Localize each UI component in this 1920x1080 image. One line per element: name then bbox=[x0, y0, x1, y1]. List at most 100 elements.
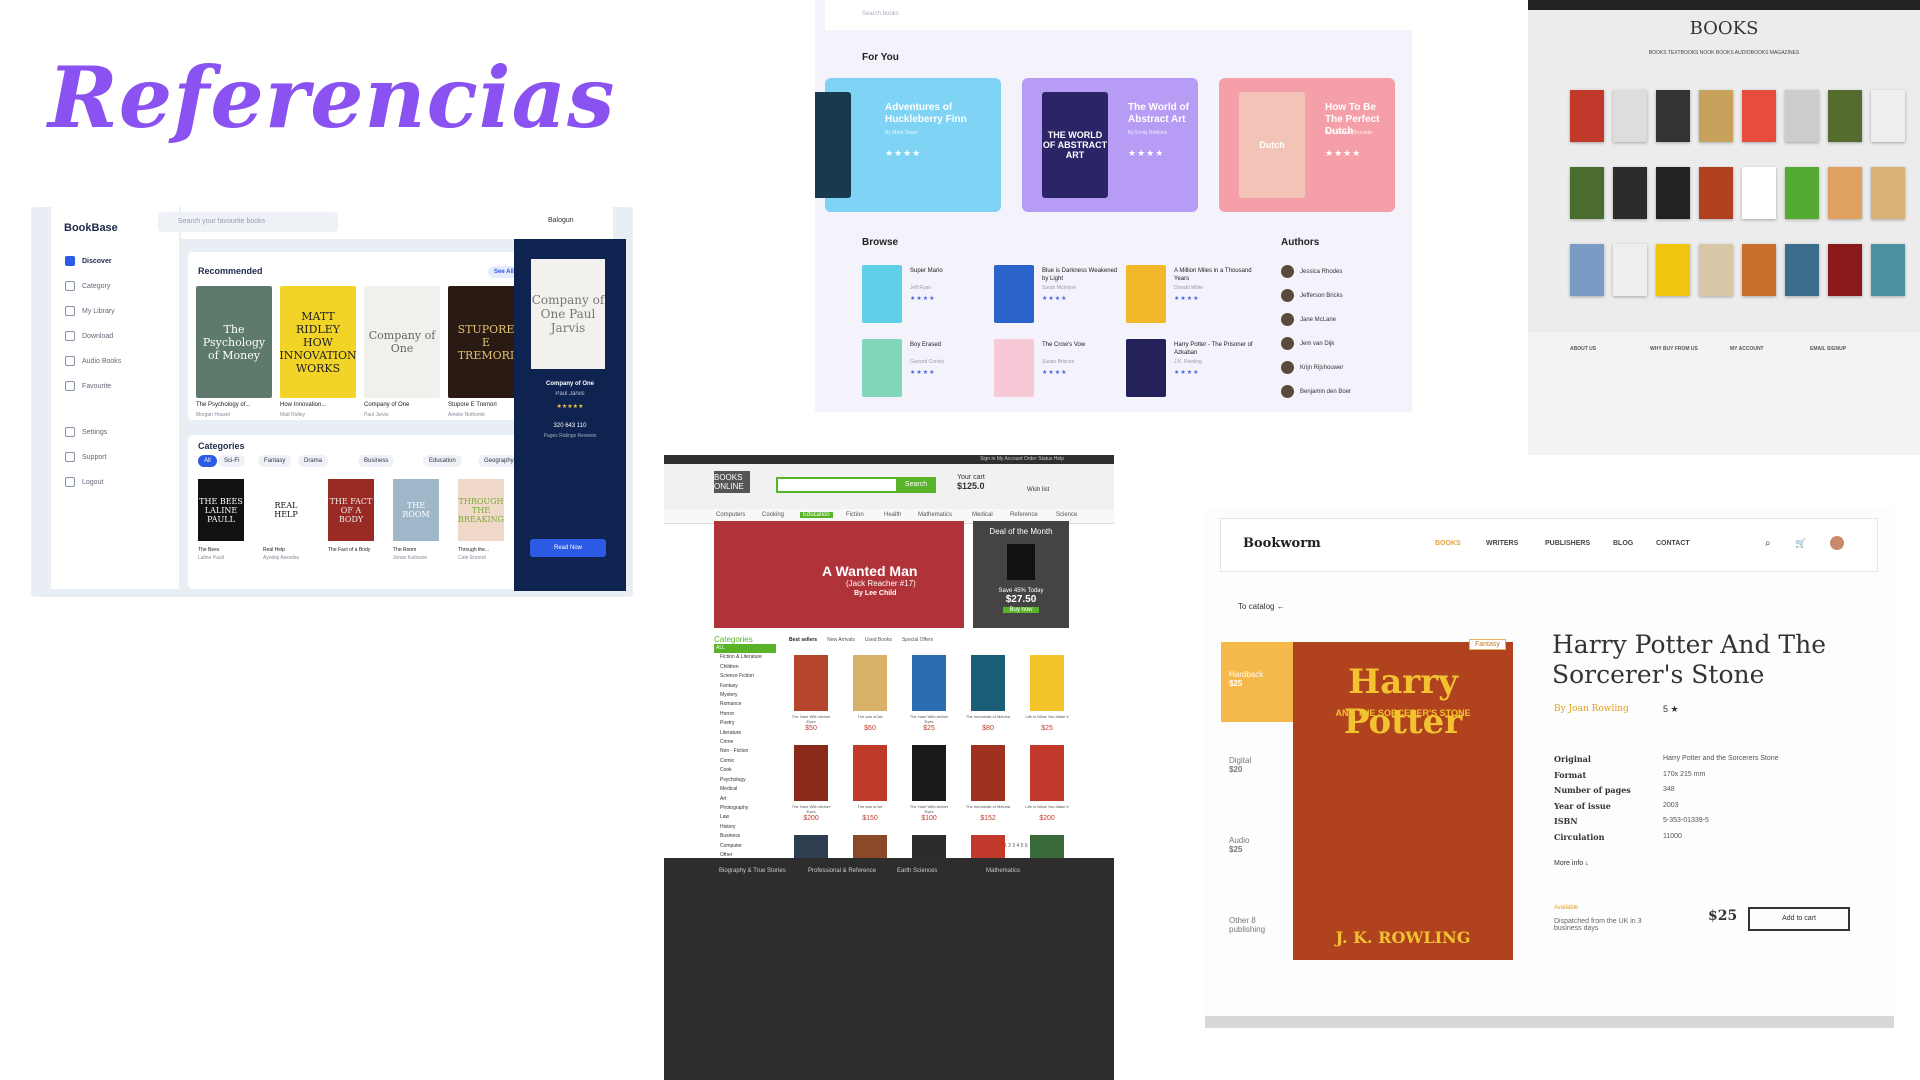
tab[interactable]: Best sellers bbox=[789, 637, 817, 643]
category-chip[interactable]: Business bbox=[358, 455, 395, 467]
avatar[interactable] bbox=[1830, 536, 1844, 550]
author-item[interactable]: Jem van Dijk bbox=[1281, 337, 1334, 350]
format-option[interactable]: Audio $25 bbox=[1221, 808, 1293, 868]
category-item[interactable]: Medical bbox=[714, 785, 776, 794]
format-option[interactable]: Digital $20 bbox=[1221, 728, 1293, 788]
sidebar-item-5[interactable]: Favourite bbox=[65, 381, 111, 391]
top-links[interactable]: Sign in My Account Order Status Help bbox=[664, 455, 1114, 464]
nav-item[interactable]: Education bbox=[800, 512, 833, 518]
book-cover[interactable] bbox=[1126, 339, 1166, 397]
nav-item[interactable]: Science bbox=[1056, 512, 1077, 518]
book-cover[interactable] bbox=[1699, 244, 1733, 296]
category-item[interactable]: ALL bbox=[714, 644, 776, 654]
book-cover[interactable] bbox=[853, 745, 887, 801]
book-cover[interactable] bbox=[1742, 244, 1776, 296]
nav-item[interactable]: PUBLISHERS bbox=[1545, 540, 1590, 547]
book-cover[interactable] bbox=[1656, 244, 1690, 296]
book-author[interactable]: By Joan Rowling bbox=[1554, 704, 1629, 714]
category-item[interactable]: History bbox=[714, 823, 776, 832]
featured-book-card[interactable]: THE WORLD OF ABSTRACT ART The World of Ab… bbox=[1022, 78, 1198, 212]
book-cover[interactable] bbox=[794, 655, 828, 711]
sidebar-item-1[interactable]: Category bbox=[65, 281, 110, 291]
category-item[interactable]: Art bbox=[714, 795, 776, 804]
book-cover[interactable] bbox=[1785, 90, 1819, 142]
tab[interactable]: Used Books bbox=[865, 637, 892, 643]
sidebar-item-4[interactable]: Audio Books bbox=[65, 356, 121, 366]
tab[interactable]: New Arrivals bbox=[827, 637, 855, 643]
book-cover[interactable] bbox=[1613, 90, 1647, 142]
book-cover[interactable] bbox=[994, 339, 1034, 397]
book-cover[interactable]: MATT RIDLEY HOW INNOVATION WORKS bbox=[279, 286, 357, 398]
featured-book-card[interactable]: Adventures of Huckleberry Finn By Mark Tw… bbox=[815, 78, 1001, 212]
pagination[interactable]: 1 2 3 4 5 6 bbox=[1004, 843, 1028, 849]
book-cover[interactable] bbox=[1570, 90, 1604, 142]
sidebar-item-0[interactable]: Discover bbox=[65, 256, 112, 266]
book-cover[interactable] bbox=[1570, 167, 1604, 219]
sidebar-item-bottom-0[interactable]: Settings bbox=[65, 427, 107, 437]
hero-banner[interactable]: A Wanted Man (Jack Reacher #17) By Lee C… bbox=[714, 521, 964, 628]
book-cover[interactable]: THROUGH THE BREAKING bbox=[458, 479, 504, 541]
category-item[interactable]: Business bbox=[714, 832, 776, 841]
tab[interactable]: Special Offers bbox=[902, 637, 933, 643]
search-input[interactable]: Search your favourite books bbox=[158, 212, 338, 232]
book-cover[interactable] bbox=[994, 265, 1034, 323]
book-cover[interactable] bbox=[1699, 90, 1733, 142]
sidebar-item-bottom-2[interactable]: Logout bbox=[65, 477, 103, 487]
nav-item[interactable]: Reference bbox=[1010, 512, 1038, 518]
book-cover[interactable] bbox=[862, 339, 902, 397]
book-cover[interactable] bbox=[971, 655, 1005, 711]
search-icon[interactable]: ⌕ bbox=[1765, 538, 1771, 549]
author-item[interactable]: Jane McLane bbox=[1281, 313, 1336, 326]
cart-summary[interactable]: Your cart $125.0 bbox=[957, 474, 985, 491]
book-cover[interactable] bbox=[1871, 167, 1905, 219]
category-item[interactable]: Psychology bbox=[714, 776, 776, 785]
book-cover[interactable] bbox=[1785, 244, 1819, 296]
category-item[interactable]: Science Fiction bbox=[714, 672, 776, 681]
book-cover[interactable] bbox=[1828, 167, 1862, 219]
user-menu[interactable]: Balogun bbox=[548, 217, 574, 224]
book-cover[interactable] bbox=[1613, 167, 1647, 219]
add-to-cart-button[interactable]: Add to cart bbox=[1748, 907, 1850, 931]
book-cover[interactable] bbox=[794, 745, 828, 801]
nav-item[interactable]: Mathematics bbox=[918, 512, 952, 518]
nav-item[interactable]: Medical bbox=[972, 512, 993, 518]
search-button[interactable]: Search bbox=[896, 477, 936, 493]
sidebar-item-3[interactable]: Download bbox=[65, 331, 113, 341]
book-cover[interactable]: STUPORE E TREMORI bbox=[448, 286, 524, 398]
nav-item[interactable]: Cooking bbox=[762, 512, 784, 518]
nav-item[interactable]: WRITERS bbox=[1486, 540, 1518, 547]
category-item[interactable]: Law bbox=[714, 813, 776, 822]
cart-icon[interactable]: 🛒 bbox=[1795, 538, 1806, 549]
nav-item[interactable]: CONTACT bbox=[1656, 540, 1690, 547]
book-cover[interactable] bbox=[1785, 167, 1819, 219]
book-cover[interactable] bbox=[1699, 167, 1733, 219]
format-option[interactable]: Hardback $25 bbox=[1221, 642, 1293, 722]
more-info-link[interactable]: More info ↓ bbox=[1554, 860, 1589, 867]
book-cover[interactable] bbox=[1742, 90, 1776, 142]
book-cover[interactable]: Company of One bbox=[364, 286, 440, 398]
author-item[interactable]: Jessica Rhodes bbox=[1281, 265, 1342, 278]
sidebar-item-bottom-1[interactable]: Support bbox=[65, 452, 107, 462]
category-chip[interactable]: Fantasy bbox=[258, 455, 292, 467]
book-cover[interactable] bbox=[1742, 167, 1776, 219]
book-cover[interactable] bbox=[1656, 90, 1690, 142]
category-item[interactable]: Fantasy bbox=[714, 682, 776, 691]
book-cover[interactable]: REAL HELP bbox=[263, 479, 309, 541]
main-menu[interactable]: BOOKS TEXTBOOKS NOOK BOOKS AUDIOBOOKS MA… bbox=[1528, 50, 1920, 56]
category-item[interactable]: Comic bbox=[714, 757, 776, 766]
category-item[interactable]: Computer bbox=[714, 842, 776, 851]
book-cover[interactable] bbox=[1030, 745, 1064, 801]
book-cover[interactable] bbox=[1570, 244, 1604, 296]
book-cover[interactable]: The Psychology of Money bbox=[196, 286, 272, 398]
category-item[interactable]: Literature bbox=[714, 729, 776, 738]
author-item[interactable]: Benjamin den Boer bbox=[1281, 385, 1351, 398]
category-item[interactable]: Horror bbox=[714, 710, 776, 719]
book-cover[interactable] bbox=[1030, 655, 1064, 711]
category-item[interactable]: Cook bbox=[714, 766, 776, 775]
wish-list-link[interactable]: Wish list bbox=[1027, 487, 1049, 493]
category-item[interactable]: Mystery bbox=[714, 691, 776, 700]
book-cover[interactable]: THE BEES LALINE PAULL bbox=[198, 479, 244, 541]
category-chip[interactable]: All bbox=[198, 455, 217, 467]
sidebar-item-2[interactable]: My Library bbox=[65, 306, 115, 316]
book-cover[interactable]: THE FACT OF A BODY bbox=[328, 479, 374, 541]
